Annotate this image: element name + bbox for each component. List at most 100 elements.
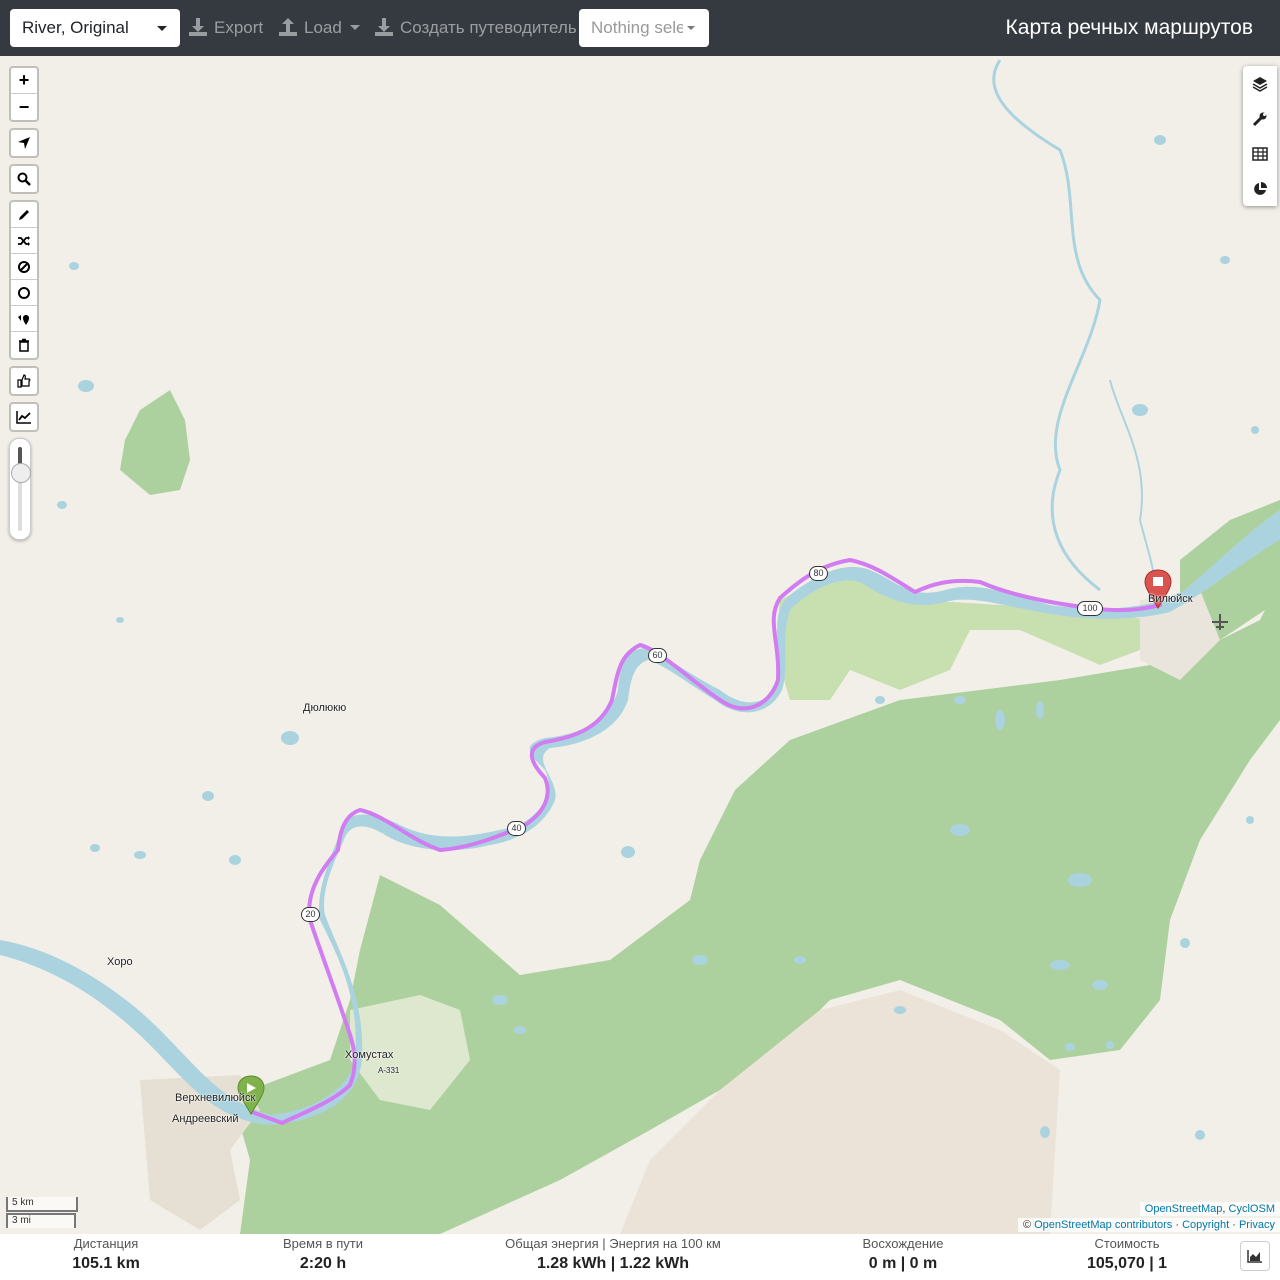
analysis-button[interactable]	[1243, 171, 1277, 206]
stat-ascent: Восхождение 0 m | 0 m	[843, 1236, 963, 1276]
draw-toolbar	[9, 200, 39, 360]
stat-energy-value: 1.28 kWh | 1.22 kWh	[536, 1255, 690, 1272]
opacity-slider[interactable]	[9, 438, 31, 540]
search-button[interactable]	[11, 166, 37, 192]
stat-distance-label: Дистанция	[73, 1236, 139, 1251]
stat-energy-label: Общая энергия | Энергия на 100 км	[505, 1236, 721, 1251]
place-label-khomustakh: Хомустах	[345, 1049, 394, 1061]
place-label-vilyuysk: Вилюйск	[1148, 593, 1193, 605]
top-navbar: River, Original Export Load Создать путе…	[0, 0, 1280, 56]
locate-control	[9, 128, 39, 158]
download-icon	[189, 18, 207, 36]
feedback-button[interactable]	[11, 368, 37, 394]
locate-button[interactable]	[11, 130, 37, 156]
route-km-label: 100	[1077, 601, 1103, 616]
place-label-verkhnevilyuysk: Верхневилюйск	[175, 1092, 256, 1104]
load-button[interactable]: Load	[278, 9, 360, 47]
profile-select[interactable]: River, Original	[10, 9, 180, 47]
map-tiles	[0, 56, 1280, 1234]
elevation-chart-button[interactable]	[1240, 1241, 1270, 1271]
stat-ascent-value: 0 m | 0 m	[868, 1255, 938, 1272]
feedback-control	[9, 366, 39, 396]
search-control	[9, 164, 39, 194]
stat-time: Время в пути 2:20 h	[263, 1236, 383, 1276]
attribution-dot: ·	[1172, 1219, 1183, 1231]
attribution-dot: ·	[1229, 1219, 1239, 1231]
stat-time-label: Время в пути	[283, 1236, 363, 1251]
map-canvas[interactable]: Дюлюкю Хоро Верхневилюйск Андреевский Хо…	[0, 56, 1280, 1234]
upload-icon	[279, 18, 297, 36]
no-go-areas-button[interactable]	[11, 254, 37, 280]
circle-tool-button[interactable]	[11, 280, 37, 306]
route-km-label: 20	[301, 907, 320, 922]
pie-chart-icon	[1254, 181, 1267, 195]
draw-route-button[interactable]	[11, 202, 37, 228]
stat-cost-label: Стоимость	[1094, 1236, 1160, 1251]
chevron-down-icon	[157, 26, 167, 31]
right-sidebar-tabs	[1243, 66, 1277, 206]
data-table-button[interactable]	[1243, 136, 1277, 171]
chevron-down-icon	[687, 26, 695, 30]
stat-cost-value: 105,070 | 1	[1086, 1255, 1168, 1272]
elevation-control	[9, 402, 39, 432]
stat-distance: Дистанция 105.1 km	[56, 1236, 156, 1276]
scale-imperial: 3 mi	[6, 1213, 76, 1228]
route-km-label: 80	[809, 566, 828, 581]
chevron-down-icon	[349, 25, 360, 30]
location-arrow-icon	[18, 137, 30, 149]
circle-icon	[18, 286, 30, 299]
osm-contributors-link[interactable]: OpenStreetMap contributors	[1034, 1219, 1172, 1231]
shuffle-icon	[18, 235, 30, 246]
stat-time-value: 2:20 h	[299, 1255, 347, 1272]
slider-handle[interactable]	[11, 463, 31, 483]
line-chart-icon	[16, 411, 31, 424]
route-stats-bar: Дистанция 105.1 km Время в пути 2:20 h О…	[0, 1234, 1280, 1280]
osm-link[interactable]: OpenStreetMap	[1145, 1203, 1223, 1215]
scale-metric: 5 km	[6, 1197, 78, 1212]
poi-button[interactable]	[11, 306, 37, 332]
wrench-icon	[1252, 112, 1267, 126]
place-label-dyulyuyu: Дюлюкю	[303, 702, 347, 714]
copyright-link[interactable]: Copyright	[1182, 1219, 1229, 1231]
ban-icon	[18, 260, 30, 273]
elevation-toggle-button[interactable]	[11, 404, 37, 430]
copyright-sign: ©	[1022, 1219, 1035, 1231]
trash-icon	[19, 338, 29, 352]
layers-button[interactable]	[1243, 66, 1277, 101]
place-label-khoro: Хоро	[107, 956, 133, 968]
place-label-andreevsky: Андреевский	[172, 1113, 239, 1125]
zoom-out-button[interactable]: −	[11, 94, 37, 120]
download-icon	[375, 18, 393, 36]
route-km-label: 60	[648, 648, 667, 663]
layers-icon	[1252, 76, 1268, 92]
load-label: Load	[304, 18, 342, 37]
stat-energy: Общая энергия | Энергия на 100 км 1.28 k…	[493, 1236, 733, 1276]
delete-route-button[interactable]	[11, 332, 37, 358]
settings-button[interactable]	[1243, 101, 1277, 136]
area-chart-icon	[1247, 1250, 1262, 1263]
pin-icon	[18, 314, 29, 325]
pencil-icon	[19, 209, 29, 220]
stat-ascent-label: Восхождение	[862, 1236, 944, 1251]
privacy-link[interactable]: Privacy	[1239, 1219, 1275, 1231]
zoom-control: + −	[9, 66, 39, 122]
app-title: Карта речных маршрутов	[1005, 16, 1253, 39]
osm-attribution: © OpenStreetMap contributors · Copyright…	[1017, 1218, 1280, 1232]
stat-cost: Стоимость 105,070 | 1	[1067, 1236, 1187, 1276]
selection-select[interactable]: Nothing selected	[579, 9, 709, 47]
create-guide-label: Создать путеводитель	[400, 18, 577, 37]
create-guide-button[interactable]: Создать путеводитель	[374, 9, 577, 47]
road-label: А-331	[378, 1066, 400, 1075]
cyclosm-link[interactable]: CyclOSM	[1229, 1203, 1275, 1215]
thumbs-up-icon	[17, 374, 31, 388]
layer-attribution: OpenStreetMap, CyclOSM	[1139, 1202, 1280, 1216]
export-button[interactable]: Export	[188, 9, 263, 47]
table-icon	[1252, 146, 1268, 161]
stat-distance-value: 105.1 km	[72, 1255, 140, 1272]
reverse-route-button[interactable]	[11, 228, 37, 254]
selection-select-value: Nothing selected	[591, 18, 683, 37]
export-label: Export	[214, 18, 264, 37]
profile-select-value: River, Original	[22, 18, 129, 37]
zoom-in-button[interactable]: +	[11, 68, 37, 94]
search-icon	[17, 172, 31, 186]
